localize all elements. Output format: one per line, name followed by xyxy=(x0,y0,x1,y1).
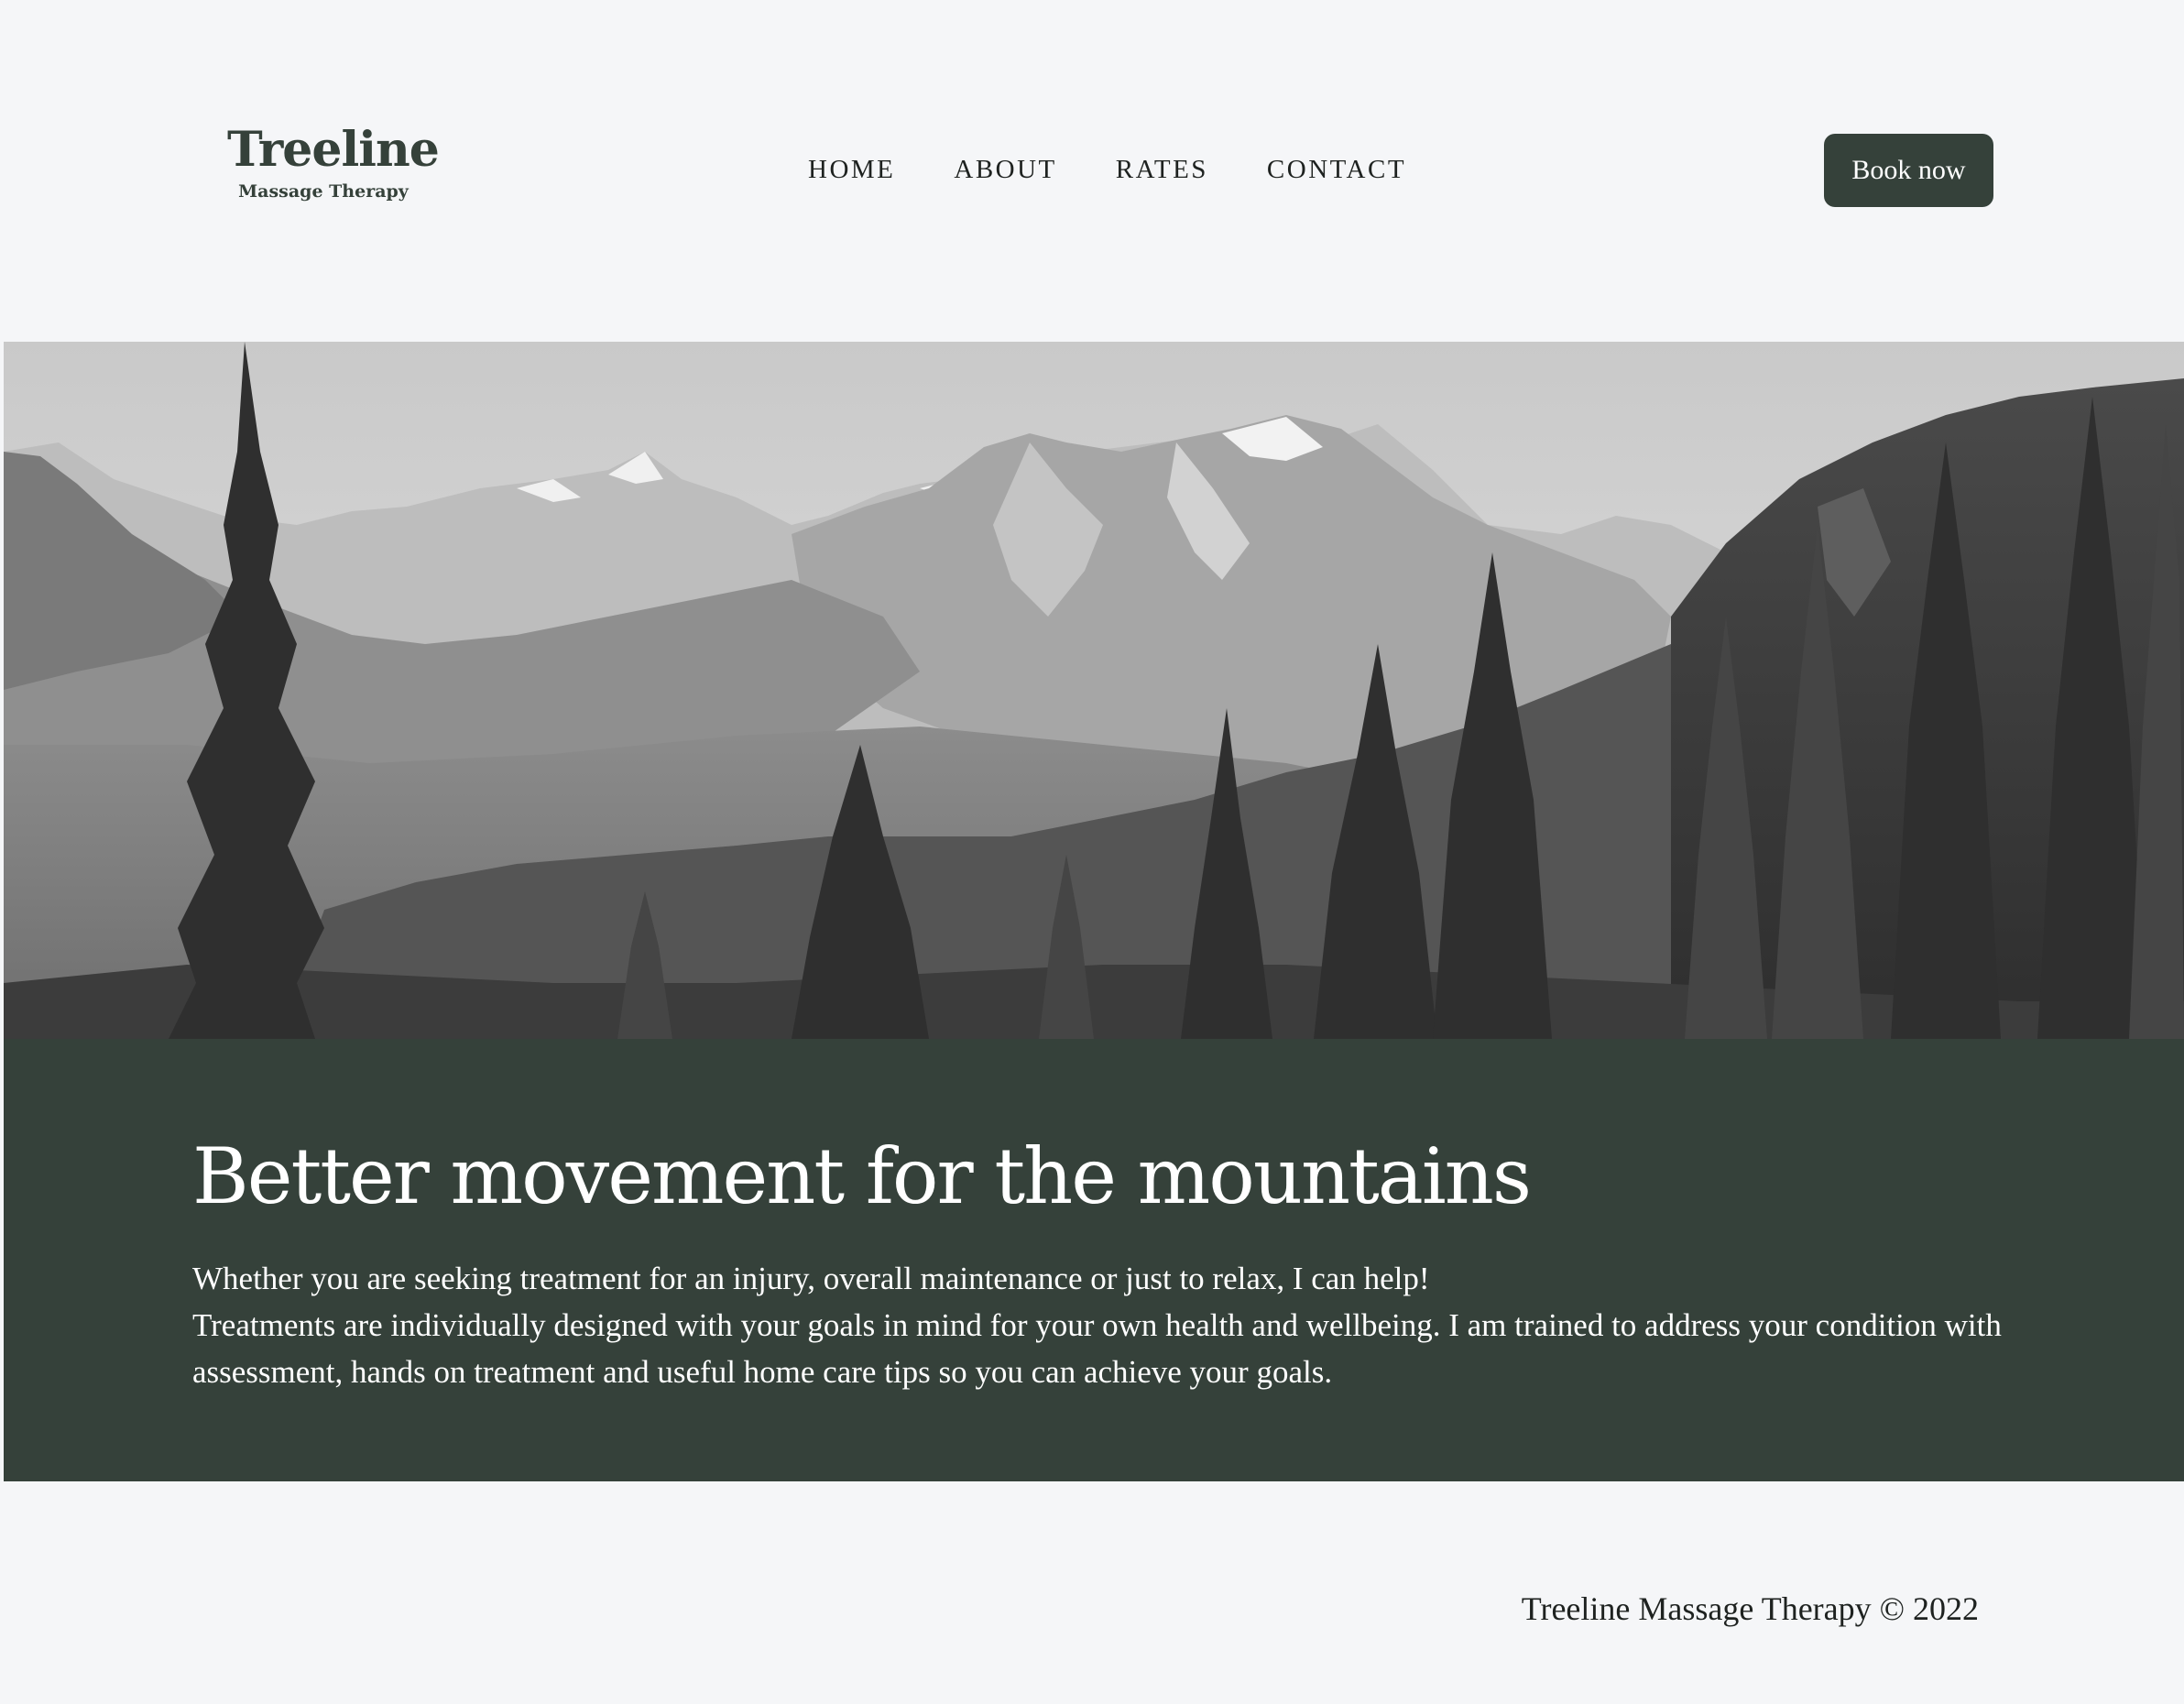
page: Treeline Massage Therapy HOME ABOUT RATE… xyxy=(0,0,2184,1704)
intro-heading: Better movement for the mountains xyxy=(192,1131,1532,1221)
site-footer: Treeline Massage Therapy © 2022 xyxy=(0,1481,2184,1704)
nav-item-home[interactable]: HOME xyxy=(808,155,895,185)
mountain-landscape-illustration xyxy=(4,342,2184,1039)
nav-item-rates[interactable]: RATES xyxy=(1116,155,1208,185)
main-nav: HOME ABOUT RATES CONTACT xyxy=(808,151,1406,188)
logo-tagline: Massage Therapy xyxy=(238,181,409,202)
logo-title: Treeline xyxy=(227,122,440,178)
intro-body: Whether you are seeking treatment for an… xyxy=(192,1255,2025,1395)
site-header: Treeline Massage Therapy HOME ABOUT RATE… xyxy=(0,0,2184,342)
intro-paragraph-1: Whether you are seeking treatment for an… xyxy=(192,1261,1430,1296)
nav-item-contact[interactable]: CONTACT xyxy=(1267,155,1406,185)
book-now-button[interactable]: Book now xyxy=(1824,134,1993,207)
site-logo[interactable]: Treeline Massage Therapy xyxy=(227,122,440,202)
intro-section: Better movement for the mountains Whethe… xyxy=(4,1039,2184,1481)
intro-paragraph-2: Treatments are individually designed wit… xyxy=(192,1307,2002,1390)
nav-item-about[interactable]: ABOUT xyxy=(954,155,1056,185)
hero-image xyxy=(4,342,2184,1039)
copyright-text: Treeline Massage Therapy © 2022 xyxy=(1521,1590,1979,1627)
